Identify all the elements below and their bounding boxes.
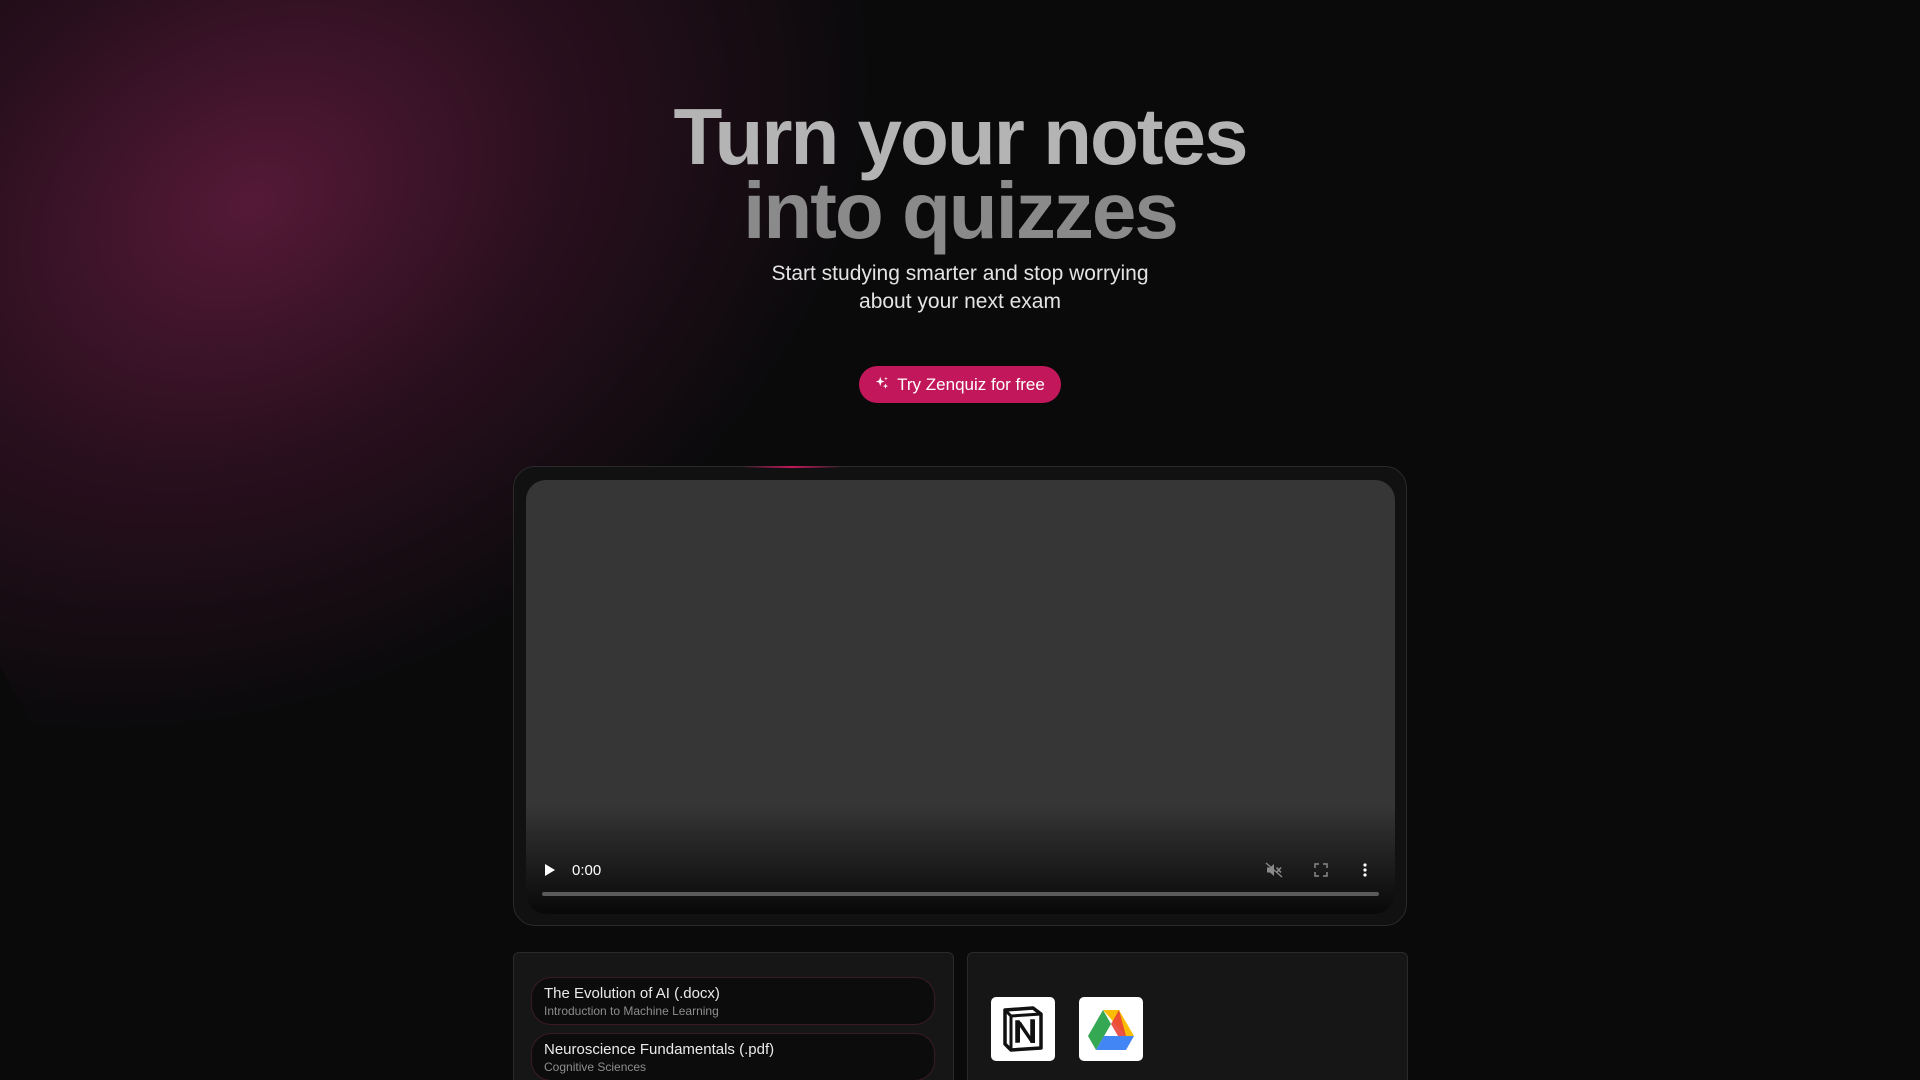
fullscreen-icon bbox=[1314, 863, 1328, 877]
document-course: Cognitive Sciences bbox=[544, 1060, 647, 1074]
fullscreen-button[interactable] bbox=[1311, 860, 1331, 880]
integrations-card bbox=[967, 952, 1408, 1080]
more-options-button[interactable] bbox=[1358, 860, 1372, 880]
try-free-button[interactable]: Try Zenquiz for free bbox=[859, 366, 1061, 403]
document-item[interactable]: The Evolution of AI (.docx) Introduction… bbox=[531, 977, 935, 1025]
document-name: Neuroscience Fundamentals (.pdf) bbox=[544, 1041, 775, 1058]
frame-accent-line bbox=[742, 466, 842, 468]
sparkle-icon bbox=[875, 375, 889, 395]
try-free-button-label: Try Zenquiz for free bbox=[897, 374, 1045, 394]
video-controls: 0:00 bbox=[526, 844, 1395, 914]
document-course: Introduction to Machine Learning bbox=[544, 1004, 719, 1018]
demo-video-player[interactable]: 0:00 bbox=[526, 480, 1395, 914]
hero-title: Turn your notes into quizzes bbox=[0, 92, 1920, 255]
document-item[interactable]: Neuroscience Fundamentals (.pdf) Cogniti… bbox=[531, 1033, 935, 1080]
play-icon bbox=[545, 864, 555, 876]
hero-title-line-2: into quizzes bbox=[743, 166, 1179, 255]
video-frame: 0:00 bbox=[513, 466, 1407, 926]
document-name: The Evolution of AI (.docx) bbox=[544, 985, 720, 1002]
play-button[interactable] bbox=[540, 860, 560, 880]
video-progress-bar[interactable] bbox=[542, 892, 1379, 896]
video-current-time: 0:00 bbox=[572, 861, 602, 879]
google-drive-icon bbox=[1088, 1010, 1134, 1050]
more-vertical-icon bbox=[1363, 863, 1367, 877]
notion-integration[interactable] bbox=[991, 997, 1055, 1061]
mute-button[interactable] bbox=[1263, 860, 1285, 880]
hero-subtitle: Start studying smarter and stop worrying… bbox=[771, 262, 1149, 313]
volume-muted-icon bbox=[1265, 862, 1283, 878]
notion-icon bbox=[1003, 1006, 1043, 1052]
hero-title-line-1: Turn your notes bbox=[673, 92, 1249, 181]
hero-section: Turn your notes into quizzes Start study… bbox=[0, 92, 1920, 403]
documents-card: The Evolution of AI (.docx) Introduction… bbox=[513, 952, 954, 1080]
google-drive-integration[interactable] bbox=[1079, 997, 1143, 1061]
